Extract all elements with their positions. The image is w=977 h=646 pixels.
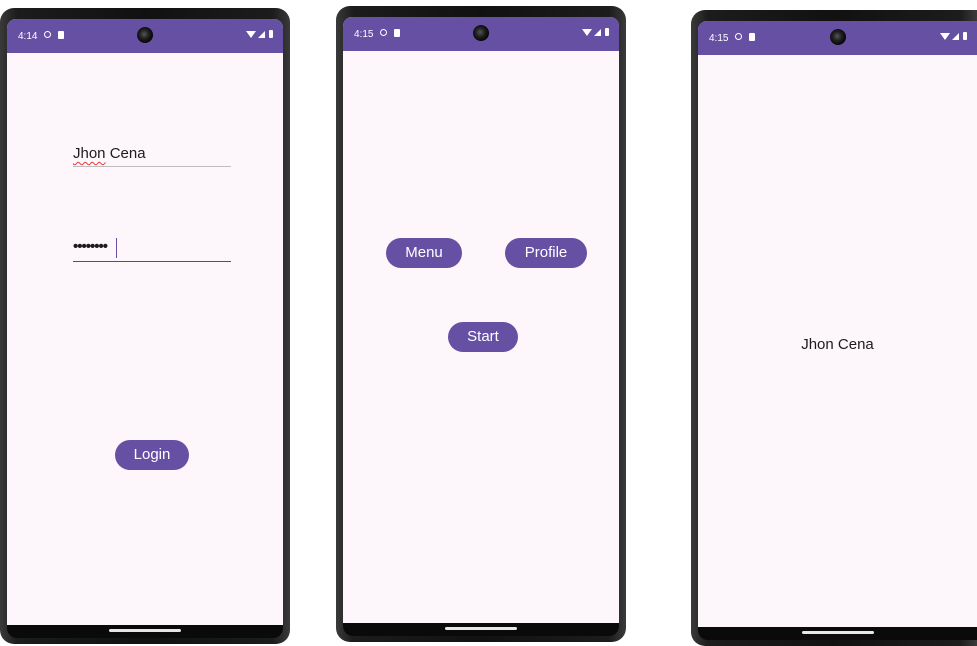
signal-icon	[258, 30, 265, 38]
home-indicator[interactable]	[801, 631, 874, 634]
wifi-icon	[582, 28, 592, 36]
status-icons	[246, 30, 273, 38]
data-saver-icon	[44, 31, 51, 38]
battery-icon	[269, 30, 273, 38]
camera-icon	[829, 29, 846, 45]
status-icons	[940, 32, 967, 40]
wifi-icon	[246, 30, 256, 38]
login-button[interactable]: Login	[115, 440, 189, 470]
data-saver-icon	[735, 33, 742, 40]
profile-button[interactable]: Profile	[505, 238, 587, 268]
status-icons	[582, 28, 609, 36]
profile-name-label: Jhon Cena	[801, 336, 874, 353]
home-indicator[interactable]	[109, 629, 181, 632]
status-bar: 4:15	[698, 21, 977, 55]
screen: 4:14 Jhon Cena •••••••• Login	[7, 19, 283, 625]
status-bar: 4:15	[343, 17, 619, 51]
username-field[interactable]: Jhon Cena	[73, 143, 231, 167]
status-time: 4:14	[18, 31, 38, 42]
sim-card-icon	[749, 33, 755, 41]
navigation-bar	[343, 623, 619, 636]
status-bar: 4:14	[7, 19, 283, 53]
start-button[interactable]: Start	[448, 322, 518, 352]
navigation-bar	[698, 627, 977, 640]
phone-login-screen: 4:14 Jhon Cena •••••••• Login	[0, 8, 290, 644]
username-value: Jhon Cena	[73, 145, 146, 162]
signal-icon	[952, 32, 959, 40]
sim-card-icon	[58, 31, 64, 39]
screen: 4:15 Menu Profile Start	[343, 17, 619, 623]
camera-icon	[137, 27, 153, 43]
sim-card-icon	[394, 29, 400, 37]
wifi-icon	[940, 32, 950, 40]
home-indicator[interactable]	[445, 627, 517, 630]
menu-button[interactable]: Menu	[386, 238, 462, 268]
status-time: 4:15	[709, 33, 729, 44]
screen: 4:15 Jhon Cena	[698, 21, 977, 627]
signal-icon	[594, 28, 601, 36]
password-value: ••••••••	[73, 238, 108, 255]
password-field[interactable]: ••••••••	[73, 238, 231, 262]
data-saver-icon	[380, 29, 387, 36]
navigation-bar	[7, 625, 283, 638]
phone-profile-screen: 4:15 Jhon Cena	[691, 10, 977, 646]
camera-icon	[473, 25, 489, 41]
text-caret	[116, 238, 117, 258]
phone-home-screen: 4:15 Menu Profile Start	[336, 6, 626, 642]
username-last-word: Cena	[105, 145, 146, 162]
username-first-word: Jhon	[73, 145, 106, 162]
battery-icon	[963, 32, 967, 40]
battery-icon	[605, 28, 609, 36]
status-time: 4:15	[354, 29, 374, 40]
